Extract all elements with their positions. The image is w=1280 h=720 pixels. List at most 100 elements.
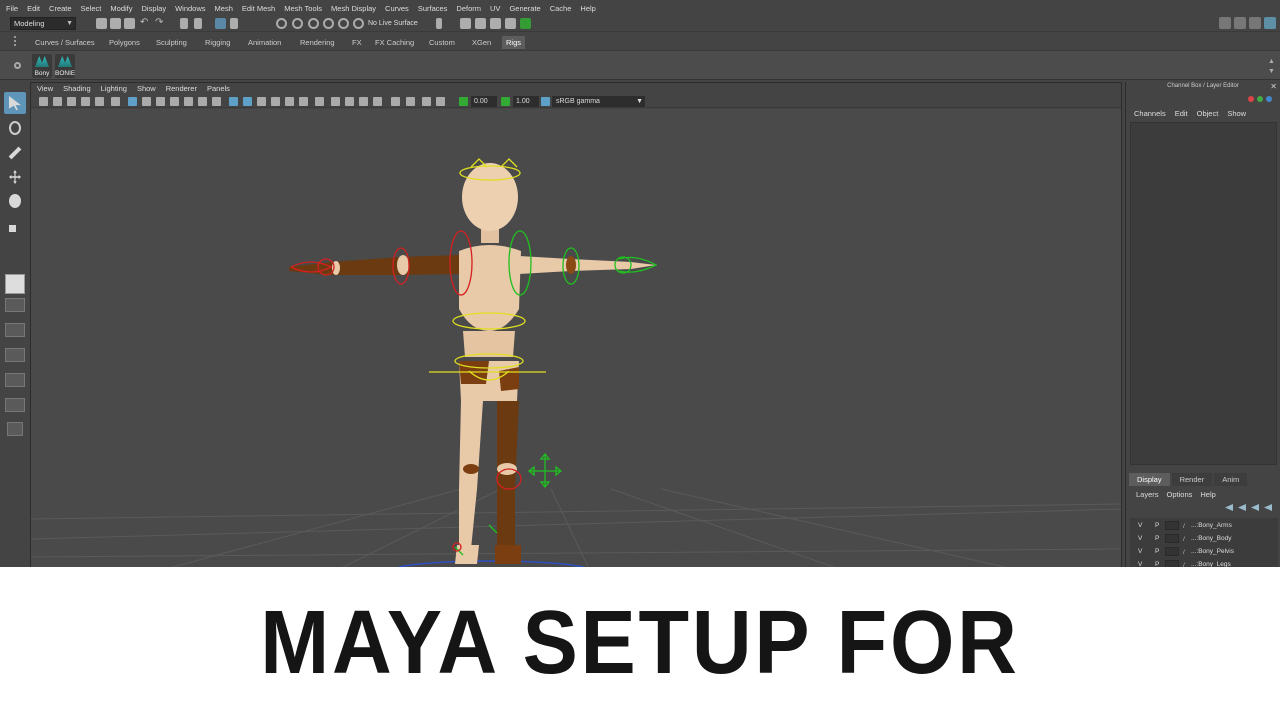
shelf-handle-icon[interactable] <box>14 36 22 46</box>
shelf-tab-fx-caching[interactable]: FX Caching <box>371 36 418 49</box>
visibility-toggle[interactable]: V <box>1138 545 1142 558</box>
channel-indicator-icon[interactable] <box>1257 96 1263 102</box>
snap-curve-icon[interactable] <box>292 18 303 29</box>
xray-joints-icon[interactable] <box>422 97 431 106</box>
render-current-icon[interactable] <box>475 18 486 29</box>
playback-toggle[interactable]: P <box>1155 519 1159 532</box>
viewport-menu-show[interactable]: Show <box>137 83 156 95</box>
render-settings-icon[interactable] <box>505 18 516 29</box>
camera-attributes-icon[interactable] <box>53 97 62 106</box>
menu-curves[interactable]: Curves <box>385 4 409 13</box>
layer-row[interactable]: V P / ...:Bony_Body <box>1130 532 1278 545</box>
image-plane-icon[interactable] <box>81 97 90 106</box>
layout-hypershade-icon[interactable] <box>5 398 25 412</box>
smooth-shade-icon[interactable] <box>243 97 252 106</box>
ipr-render-icon[interactable] <box>490 18 501 29</box>
layout-single-icon[interactable] <box>5 274 25 294</box>
tab-anim[interactable]: Anim <box>1214 473 1248 486</box>
viewport-menu-shading[interactable]: Shading <box>63 83 91 95</box>
menu-select[interactable]: Select <box>81 4 102 13</box>
modeling-toolkit-icon[interactable] <box>1219 17 1231 29</box>
depth-of-field-icon[interactable] <box>373 97 382 106</box>
shelf-tab-polygons[interactable]: Polygons <box>105 36 144 49</box>
menu-deform[interactable]: Deform <box>456 4 481 13</box>
menu-file[interactable]: File <box>6 4 18 13</box>
layer-name[interactable]: ...:Bony_Arms <box>1191 519 1232 532</box>
gate-mask-icon[interactable] <box>170 97 179 106</box>
layout-more-icon[interactable] <box>7 422 23 436</box>
channel-menu-object[interactable]: Object <box>1197 109 1219 118</box>
attribute-editor-icon[interactable] <box>1234 17 1246 29</box>
layer-name[interactable]: ...:Bony_Pelvis <box>1191 545 1234 558</box>
snap-surface-icon[interactable] <box>338 18 349 29</box>
channel-box-icon[interactable] <box>1264 17 1276 29</box>
camera-icon[interactable] <box>39 97 48 106</box>
snap-live-icon[interactable] <box>353 18 364 29</box>
view-transform-dropdown[interactable]: sRGB gamma ▼ <box>552 96 645 107</box>
color-management-icon[interactable] <box>541 97 550 106</box>
paint-select-tool[interactable] <box>4 142 26 164</box>
channel-list[interactable] <box>1130 122 1277 465</box>
safe-title-icon[interactable] <box>212 97 221 106</box>
ambient-occlusion-icon[interactable] <box>331 97 340 106</box>
playback-toggle[interactable]: P <box>1155 545 1159 558</box>
move-tool[interactable] <box>4 166 26 188</box>
layer-row[interactable]: V P / ...:Bony_Pelvis <box>1130 545 1278 558</box>
close-icon[interactable]: ✕ <box>1270 82 1277 91</box>
layout-graph-icon[interactable] <box>5 348 25 362</box>
hypershade-icon[interactable] <box>520 18 531 29</box>
exposure-toggle-icon[interactable] <box>459 97 468 106</box>
render-view-icon[interactable] <box>460 18 471 29</box>
exposure-field[interactable]: 0.00 <box>471 96 497 107</box>
menu-generate[interactable]: Generate <box>509 4 540 13</box>
viewport-panel[interactable]: View Shading Lighting Show Renderer Pane… <box>30 82 1122 572</box>
scene-view[interactable] <box>31 109 1121 571</box>
safe-action-icon[interactable] <box>198 97 207 106</box>
grease-pencil-icon[interactable] <box>111 97 120 106</box>
shelf-button-bony[interactable]: Bony <box>32 54 52 78</box>
layer-name[interactable]: ...:Bony_Body <box>1191 532 1231 545</box>
tab-render[interactable]: Render <box>1171 473 1213 486</box>
use-lights-icon[interactable] <box>299 97 308 106</box>
layer-menu-options[interactable]: Options <box>1167 490 1193 499</box>
lock-selection-icon[interactable] <box>230 18 238 29</box>
shelf-tab-curves-surfaces[interactable]: Curves / Surfaces <box>31 36 99 49</box>
lasso-tool[interactable] <box>4 117 26 139</box>
select-hierarchy-icon[interactable] <box>180 18 188 29</box>
layer-row[interactable]: V P / ...:Bony_Arms <box>1130 519 1278 532</box>
menu-uv[interactable]: UV <box>490 4 500 13</box>
visibility-toggle[interactable]: V <box>1138 532 1142 545</box>
shelf-tab-animation[interactable]: Animation <box>244 36 285 49</box>
select-tool[interactable] <box>4 92 26 114</box>
gamma-field[interactable]: 1.00 <box>513 96 539 107</box>
gear-icon[interactable] <box>14 62 21 69</box>
channel-indicator-icon[interactable] <box>1248 96 1254 102</box>
viewport-menu-view[interactable]: View <box>37 83 53 95</box>
live-surface-label[interactable]: No Live Surface <box>368 18 418 30</box>
motion-blur-icon[interactable] <box>345 97 354 106</box>
field-chart-icon[interactable] <box>184 97 193 106</box>
shelf-tab-rigging[interactable]: Rigging <box>201 36 234 49</box>
wireframe-icon[interactable] <box>229 97 238 106</box>
shelf-button-bonie[interactable]: BONIE <box>55 54 75 78</box>
bookmark-icon[interactable] <box>67 97 76 106</box>
xray-active-icon[interactable] <box>436 97 445 106</box>
shelf-tab-rigs[interactable]: Rigs <box>502 36 526 49</box>
shelf-scroll-arrows[interactable]: ▲ ▼ <box>1268 57 1276 77</box>
select-object-icon[interactable] <box>194 18 202 29</box>
snap-grid-icon[interactable] <box>276 18 287 29</box>
viewport-menu-lighting[interactable]: Lighting <box>101 83 127 95</box>
open-scene-icon[interactable] <box>110 18 121 29</box>
redo-icon[interactable]: ↷ <box>155 18 166 29</box>
menu-surfaces[interactable]: Surfaces <box>418 4 448 13</box>
shadows-icon[interactable] <box>315 97 324 106</box>
film-gate-icon[interactable] <box>142 97 151 106</box>
scale-tool[interactable] <box>4 215 26 237</box>
two-d-pan-icon[interactable] <box>95 97 104 106</box>
viewport-menu-renderer[interactable]: Renderer <box>166 83 197 95</box>
menu-display[interactable]: Display <box>142 4 167 13</box>
menu-edit-mesh[interactable]: Edit Mesh <box>242 4 275 13</box>
menu-help[interactable]: Help <box>580 4 595 13</box>
layer-color-swatch[interactable] <box>1165 547 1179 556</box>
snap-point-icon[interactable] <box>308 18 319 29</box>
